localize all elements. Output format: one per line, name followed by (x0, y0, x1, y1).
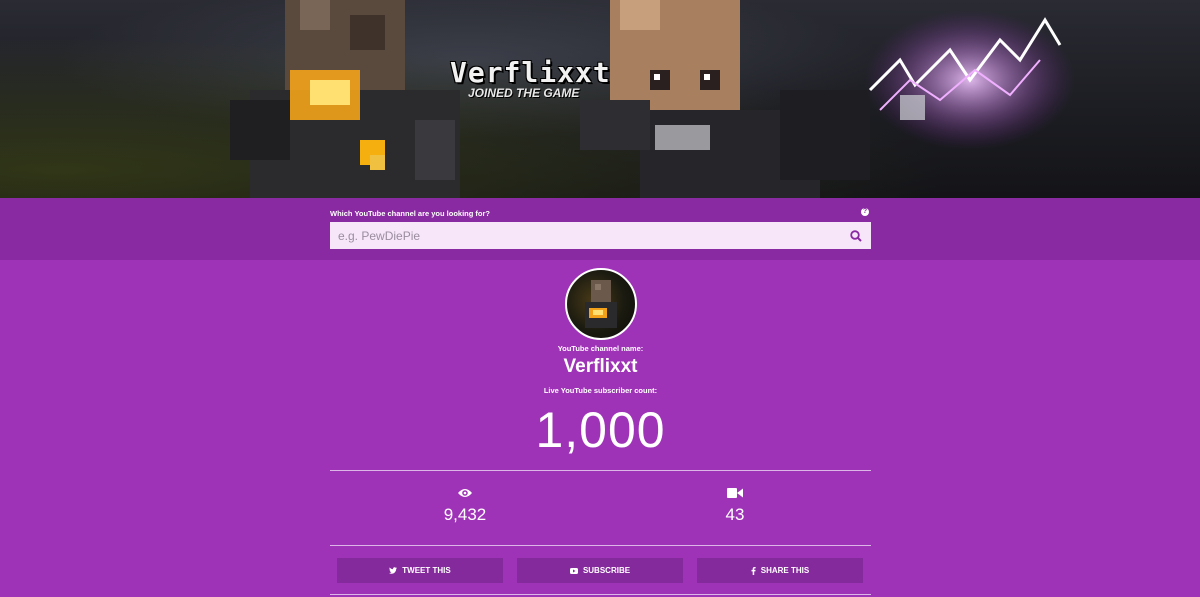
banner-title: Verflixxt (450, 56, 611, 89)
minecraft-character-left (230, 0, 460, 198)
eye-icon (458, 489, 472, 497)
channel-name: Verflixxt (563, 356, 638, 377)
facebook-icon (751, 566, 756, 575)
subscribe-label: SUBSCRIBE (582, 566, 631, 575)
channel-avatar (565, 268, 637, 340)
subscribe-button[interactable]: SUBSCRIBE (517, 558, 683, 583)
tweet-button[interactable]: TWEET THIS (337, 558, 503, 583)
minecraft-character-right (580, 0, 870, 198)
share-button[interactable]: SHARE THIS (697, 558, 863, 583)
divider-middle (330, 545, 871, 546)
lightning-sword (865, 10, 1075, 150)
search-icon[interactable] (850, 230, 862, 242)
subscriber-count-label: Live YouTube subscriber count: (543, 386, 658, 395)
channel-name-label: YouTube channel name: (557, 344, 644, 353)
youtube-icon (569, 567, 578, 574)
help-icon[interactable]: ? (861, 208, 869, 216)
channel-banner: Verflixxt JOINED THE GAME (0, 0, 1200, 198)
search-box (330, 222, 871, 249)
videos-stat: 43 (675, 487, 795, 525)
video-camera-icon (727, 488, 743, 498)
tweet-label: TWEET THIS (402, 566, 451, 575)
search-input[interactable] (330, 222, 830, 249)
share-label: SHARE THIS (760, 566, 810, 575)
views-stat: 9,432 (405, 487, 525, 525)
subscriber-count: 1,000 (535, 402, 666, 458)
search-label: Which YouTube channel are you looking fo… (330, 209, 491, 218)
videos-count: 43 (725, 505, 745, 524)
views-count: 9,432 (443, 505, 487, 524)
divider-bottom (330, 594, 871, 595)
divider-top (330, 470, 871, 471)
twitter-icon (389, 567, 398, 574)
avatar-image (585, 280, 617, 328)
banner-subtitle: JOINED THE GAME (468, 86, 580, 100)
